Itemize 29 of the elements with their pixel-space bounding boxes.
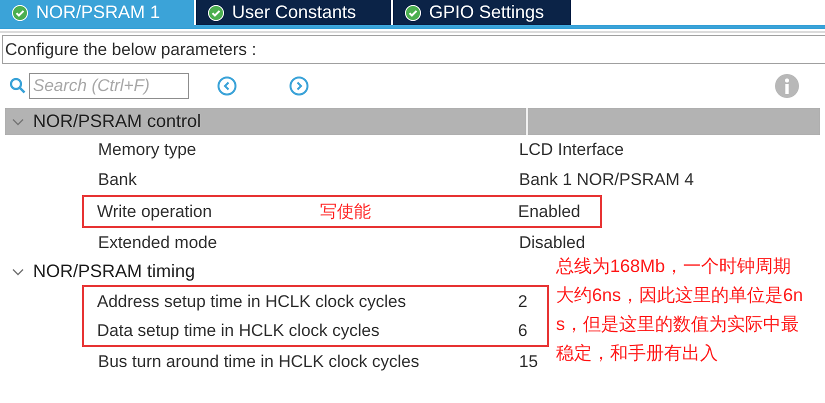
previous-icon[interactable]: [217, 76, 237, 96]
annotation-text: 写使能: [320, 201, 371, 223]
parameter-name: Memory type: [98, 140, 196, 160]
tab[interactable]: GPIO Settings: [393, 0, 573, 25]
check-icon: [12, 4, 28, 20]
parameter-value: Bank 1 NOR/PSRAM 4: [519, 170, 694, 190]
parameter-value: Enabled: [518, 202, 580, 222]
check-icon: [405, 4, 421, 20]
parameter-name: Address setup time in HCLK clock cycles: [97, 292, 406, 312]
search-icon[interactable]: [9, 77, 27, 95]
annotation-text: 总线为168Mb，一个时钟周期大约6ns，因此这里的单位是6ns，但是这里的数值为实际中最稳定，和手册有出入: [556, 255, 804, 365]
parameter-value: 2: [518, 292, 528, 312]
parameter-name: Data setup time in HCLK clock cycles: [97, 320, 380, 340]
parameter-name: Extended mode: [98, 233, 218, 253]
check-icon: [208, 4, 224, 20]
search-field[interactable]: Search (Ctrl+F): [29, 73, 189, 99]
parameter-name: Bus turn around time in HCLK clock cycles: [98, 352, 420, 372]
parameter-value: Disabled: [519, 233, 586, 253]
parameter-value: 15: [519, 352, 538, 372]
parameter-value: LCD Interface: [519, 140, 624, 160]
parameter-value: 6: [518, 320, 528, 340]
parameter-name: Bank: [98, 170, 137, 190]
description-text: Configure the below parameters :: [4, 40, 256, 60]
parameter-name: Write operation: [97, 202, 212, 222]
info-icon[interactable]: [775, 74, 799, 98]
tab[interactable]: User Constants: [196, 0, 393, 25]
next-icon[interactable]: [289, 76, 309, 96]
group-header[interactable]: NOR/PSRAM control: [5, 108, 820, 135]
group-header[interactable]: NOR/PSRAM timing: [0, 258, 200, 285]
